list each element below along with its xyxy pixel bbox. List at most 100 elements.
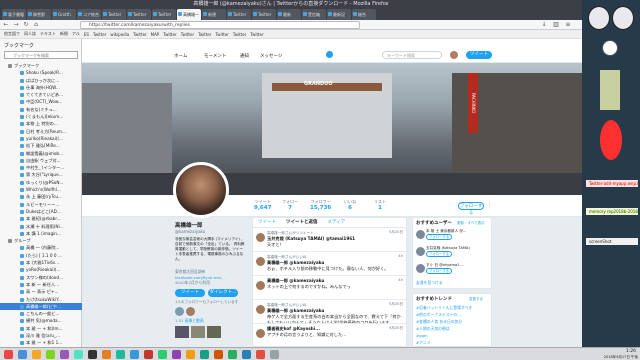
bookmark-item[interactable]: Which's(Wolfhl... bbox=[0, 186, 82, 193]
bookmark-toolbar-item[interactable]: Twitter bbox=[198, 32, 211, 37]
browser-tab[interactable]: 稿雪野 bbox=[27, 9, 51, 20]
profile-stat[interactable]: ツイート 9,647 bbox=[254, 199, 271, 211]
browser-tab[interactable]: 新規 bbox=[202, 9, 226, 20]
taskbar-app-icon[interactable] bbox=[214, 350, 223, 359]
bookmark-toolbar-item[interactable]: Twitter bbox=[250, 32, 263, 37]
bookmark-toolbar-item[interactable]: Twitter bbox=[181, 32, 194, 37]
bookmark-item[interactable]: こちんの一般ビ... bbox=[0, 310, 82, 317]
bookmark-item[interactable]: 中村生_ (インター... bbox=[0, 164, 82, 171]
wtf-refresh[interactable]: 更新・すべて表示 bbox=[457, 221, 485, 226]
tab-media[interactable]: メディア bbox=[323, 218, 351, 227]
trend-item[interactable]: #忍者ハットリくんに登場すべき bbox=[413, 304, 491, 311]
taskbar-app-icon[interactable] bbox=[18, 350, 27, 359]
bookmark-item[interactable]: 深川 雅 信(aru_... bbox=[0, 332, 82, 339]
browser-tab[interactable]: 最新記 bbox=[327, 9, 351, 20]
tweet-avatar[interactable] bbox=[256, 257, 265, 266]
tweet-avatar[interactable] bbox=[256, 281, 265, 290]
trend-item[interactable]: #人物の天気の朝は bbox=[413, 325, 491, 332]
followers-you-know[interactable]: 1人のフォロワーもフォローしています bbox=[175, 300, 245, 305]
bookmark-toolbar-item[interactable]: Twitter bbox=[93, 32, 106, 37]
taskbar-app-icon[interactable] bbox=[130, 350, 139, 359]
forward-icon[interactable]: → bbox=[12, 21, 20, 29]
browser-tab[interactable]: Twitter bbox=[152, 9, 176, 20]
bookmark-item[interactable]: (くまもん)[ekum... bbox=[0, 113, 82, 120]
bookmark-folder[interactable]: ブックマーク bbox=[0, 62, 82, 69]
browser-tab[interactable]: Twitter bbox=[252, 9, 276, 20]
nav-moments[interactable]: モーメント bbox=[204, 53, 226, 59]
tweet[interactable]: 高橋雄一郎さんがいいね 高橋雄一郎 @kamezaiyaku 4h おぉ、ホテル入り前… bbox=[253, 252, 406, 276]
bookmark-folder[interactable]: グループ bbox=[0, 237, 82, 244]
wtf-user[interactable]: 本 雄 士 東京都新人 @... フォローする bbox=[413, 228, 491, 245]
bookmark-item[interactable]: 有名な(ミチュ... bbox=[0, 106, 82, 113]
bookmark-item[interactable]: (たら) [ 1.1 0 0 ... bbox=[0, 252, 82, 259]
taskbar-app-icon[interactable] bbox=[200, 350, 209, 359]
bookmark-item[interactable]: 水瀬 十 料理雨(Ni... bbox=[0, 223, 82, 230]
tweet[interactable]: 高橋雄一郎さんがいいね 高橋雄一郎 @kamezaiyaku 5月20日 神ゲ人で全方… bbox=[253, 300, 406, 324]
wtf-avatar[interactable] bbox=[416, 247, 425, 256]
bookmark-item[interactable]: 仕事 海外(HQW... bbox=[0, 84, 82, 91]
url-bar[interactable]: https://twitter.com/kamezaiyaku/with_rep… bbox=[80, 21, 360, 29]
bookmark-toolbar-item[interactable]: 新規 bbox=[60, 31, 68, 37]
follow-button[interactable]: フォローする bbox=[458, 202, 484, 216]
nav-messages[interactable]: メッセージ bbox=[260, 53, 282, 59]
library-icon[interactable]: ▥ bbox=[552, 21, 560, 29]
find-friends-link[interactable]: 友達を見つける bbox=[413, 279, 491, 287]
taskbar-app-icon[interactable] bbox=[172, 350, 181, 359]
profile-stat[interactable]: いいね 6 bbox=[344, 199, 356, 211]
desktop-note[interactable]: memory rep2018b-2018 bbox=[586, 208, 638, 215]
taskbar-app-icon[interactable] bbox=[228, 350, 237, 359]
photos-label[interactable]: 1,01 画像と動画 bbox=[175, 318, 245, 324]
trend-item[interactable]: #他のボーナステストの... bbox=[413, 311, 491, 318]
tweet[interactable]: 護者雅史kof @Kayoshi... 5月20日 アプチの月の言うよりと、知識に対… bbox=[253, 324, 406, 347]
downloads-icon[interactable]: ↓ bbox=[540, 21, 548, 29]
bookmark-toolbar-item[interactable]: 他言語で bbox=[4, 31, 20, 37]
bookmark-item[interactable]: 高 ー 表示 ピ+... bbox=[0, 288, 82, 295]
bookmark-toolbar-item[interactable]: MAP bbox=[151, 32, 160, 37]
trends-change[interactable]: 変更する bbox=[469, 297, 483, 302]
wtf-name[interactable]: すぐ 日 @ohyama1... bbox=[426, 262, 491, 268]
trend-item[interactable]: #アニメ bbox=[413, 339, 491, 346]
back-icon[interactable]: ← bbox=[2, 21, 10, 29]
bookmark-item[interactable]: yoRo(Rieakai)(... bbox=[0, 266, 82, 273]
bookmark-item[interactable]: 郷談雪義(@imob... bbox=[0, 150, 82, 157]
profile-message-button[interactable]: ダイレクト... bbox=[208, 289, 238, 297]
bookmark-item[interactable]: 日村 考え方[Reum... bbox=[0, 128, 82, 135]
twitter-search-input[interactable]: キーワード検索 bbox=[382, 51, 442, 59]
taskbar-app-icon[interactable] bbox=[102, 350, 111, 359]
tweet[interactable]: 高橋雄一郎 @kamezaiyaku 4h ネットの上で何するのですかね。みんなでっ bbox=[253, 276, 406, 300]
bookmark-item[interactable]: スワン様の(dood... bbox=[0, 274, 82, 281]
bookmark-toolbar-item[interactable]: 同人誌 bbox=[24, 31, 36, 37]
twitter-logo-icon[interactable] bbox=[326, 51, 333, 58]
taskbar-app-icon[interactable] bbox=[88, 350, 97, 359]
trend-item[interactable]: #ggm bbox=[413, 332, 491, 339]
taskbar-app-icon[interactable] bbox=[32, 350, 41, 359]
browser-tab[interactable]: 最新 bbox=[277, 9, 301, 20]
browser-tab[interactable]: 電子書籍 bbox=[2, 9, 26, 20]
bookmark-item[interactable]: 横井 気(@moda... bbox=[0, 317, 82, 324]
desktop-note[interactable]: Twitter-add-myapp.wnp.lt bbox=[586, 180, 638, 187]
browser-tab[interactable]: Twitter bbox=[127, 9, 151, 20]
bookmark-toolbar-item[interactable]: Twitter bbox=[216, 32, 229, 37]
bookmark-item[interactable]: ばばひっか次に... bbox=[0, 77, 82, 84]
profile-stat[interactable]: リスト 1 bbox=[374, 199, 386, 211]
tweet-avatar[interactable] bbox=[256, 233, 265, 242]
photo-thumb[interactable] bbox=[175, 326, 189, 338]
nav-notifications[interactable]: 通知 bbox=[240, 53, 249, 59]
bookmark-toolbar-item[interactable]: ES bbox=[84, 32, 89, 37]
taskbar-app-icon[interactable] bbox=[4, 350, 13, 359]
browser-tab[interactable]: Grotth bbox=[52, 9, 76, 20]
taskbar-app-icon[interactable] bbox=[46, 350, 55, 359]
taskbar-app-icon[interactable] bbox=[60, 350, 69, 359]
bookmark-item[interactable]: 本 (大雅1Tiv6s... bbox=[0, 259, 82, 266]
bookmark-toolbar-item[interactable]: Twitter bbox=[133, 32, 146, 37]
browser-tab[interactable]: Twitter bbox=[102, 9, 126, 20]
bookmark-toolbar-item[interactable]: wikipedia bbox=[110, 32, 129, 37]
profile-stat[interactable]: フォロワー 15,736 bbox=[310, 199, 331, 211]
follower-avatar[interactable] bbox=[175, 307, 184, 316]
browser-tab[interactable]: 総合 bbox=[352, 9, 376, 20]
taskbar-app-icon[interactable] bbox=[256, 350, 265, 359]
bookmark-item[interactable]: たけ(tsukuWikiY... bbox=[0, 296, 82, 303]
profile-avatar[interactable] bbox=[173, 162, 229, 218]
wtf-user[interactable]: 玉井克哉 (Katsuya TAMA) フォローする bbox=[413, 245, 491, 262]
bookmark-item[interactable]: 本 雅 一 + 和(Im... bbox=[0, 325, 82, 332]
